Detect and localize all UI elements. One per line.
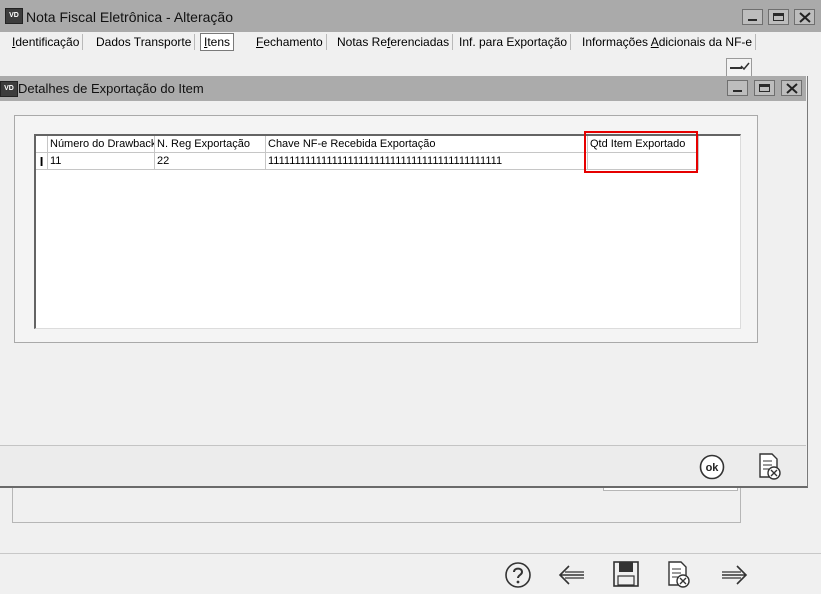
tab-notas-referenciadas[interactable]: Notas Referenciadas (334, 34, 454, 50)
highlight-annotation-box (584, 131, 698, 173)
dialog-title: Detalhes de Exportação do Item (18, 81, 204, 96)
dialog-maximize-button[interactable] (754, 80, 775, 96)
forward-arrow-icon[interactable] (719, 563, 749, 587)
main-titlebar: VD Nota Fiscal Eletrônica - Alteração (0, 0, 821, 32)
close-icon (799, 12, 811, 23)
tab-strip: Identificação Dados Transporte Itens Fec… (6, 32, 816, 52)
cancel-document-icon[interactable] (757, 452, 783, 482)
dialog-titlebar: VD Detalhes de Exportação do Item (0, 76, 806, 101)
help-icon[interactable] (504, 561, 532, 589)
main-content-panel (12, 486, 741, 523)
app-logo-icon: VD (5, 8, 23, 24)
save-disk-icon[interactable] (612, 560, 640, 588)
ok-label: ok (706, 462, 720, 474)
tab-dados-transporte[interactable]: Dados Transporte (93, 34, 196, 50)
column-header-reg-exportacao[interactable]: N. Reg Exportação (155, 136, 266, 153)
cell-reg-exportacao[interactable]: 22 (155, 153, 266, 170)
column-header-chave-nfe[interactable]: Chave NF-e Recebida Exportação (266, 136, 588, 153)
main-window-title: Nota Fiscal Eletrônica - Alteração (26, 9, 233, 25)
cell-chave-nfe[interactable]: 1111111111111111111111111111111111111111… (266, 153, 588, 170)
dialog-close-button[interactable] (781, 80, 802, 96)
list-check-icon[interactable] (726, 58, 752, 78)
tab-itens[interactable]: Itens (200, 33, 235, 51)
close-icon (786, 83, 798, 94)
dialog-footer-toolbar: ok (0, 445, 806, 486)
cell-numero-drawback[interactable]: 11 (48, 153, 155, 170)
dialog-logo-icon: VD (0, 81, 18, 97)
tab-fechamento[interactable]: Fechamento (253, 34, 327, 50)
maximize-button[interactable] (768, 9, 789, 25)
close-button[interactable] (794, 9, 815, 25)
ok-icon[interactable]: ok (699, 454, 725, 480)
back-arrow-icon[interactable] (557, 563, 587, 587)
tab-informacoes-adicionais[interactable]: Informações Adicionais da NF-e (579, 34, 757, 50)
tab-inf-exportacao[interactable]: Inf. para Exportação (456, 34, 572, 50)
grid-corner-cell (36, 136, 48, 153)
tab-identificacao[interactable]: Identificação (9, 34, 84, 50)
main-footer-toolbar (0, 553, 821, 595)
minimize-button[interactable] (742, 9, 763, 25)
row-indicator-cursor-icon[interactable]: I (36, 153, 48, 170)
dialog-minimize-button[interactable] (727, 80, 748, 96)
column-header-numero-drawback[interactable]: Número do Drawback (48, 136, 155, 153)
cancel-document-icon[interactable] (666, 560, 692, 590)
